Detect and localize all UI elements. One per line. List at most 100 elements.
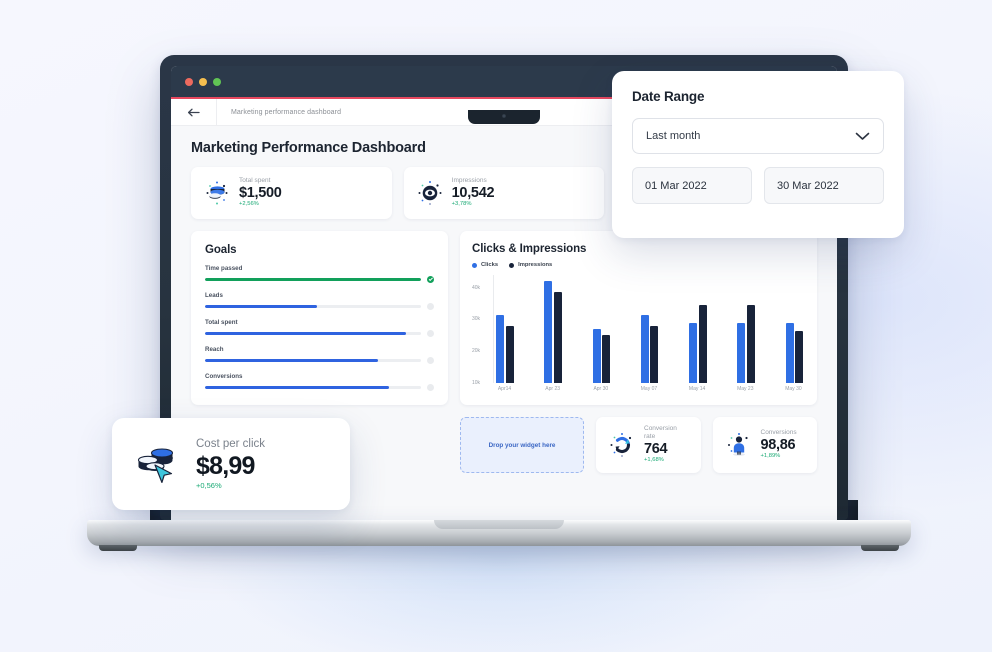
- goal-label: Time passed: [205, 265, 243, 272]
- bar-group: [737, 275, 755, 383]
- bar-group: [689, 275, 707, 383]
- goal-label: Leads: [205, 292, 223, 299]
- bar-clicks[interactable]: [737, 322, 746, 383]
- x-tick-label: May 14: [688, 386, 706, 392]
- date-range-fields: 01 Mar 2022 30 Mar 2022: [632, 167, 884, 204]
- date-range-panel: Date Range Last month 01 Mar 2022 30 Mar…: [612, 71, 904, 238]
- maximize-icon[interactable]: [213, 78, 221, 86]
- goal-progress-track: [205, 277, 421, 282]
- y-tick-label: 20k: [472, 348, 481, 355]
- bar-clicks[interactable]: [785, 322, 794, 383]
- start-date-value: 01 Mar 2022: [645, 179, 707, 192]
- goal-label: Reach: [205, 346, 224, 353]
- coins-icon: [202, 178, 232, 208]
- bar-impressions[interactable]: [795, 330, 803, 383]
- goal-item: Time passed: [205, 265, 434, 283]
- goal-progress-track: [205, 385, 421, 390]
- goals-list: Time passed Leads Total spent Reach Conversi…: [205, 265, 434, 391]
- y-tick-label: 30k: [472, 316, 481, 323]
- widget-dropzone[interactable]: Drop your widget here: [460, 417, 584, 473]
- start-date-field[interactable]: 01 Mar 2022: [632, 167, 752, 204]
- kpi-value: 764: [644, 440, 668, 457]
- legend-item[interactable]: Impressions: [509, 262, 552, 268]
- cost-per-click-value: $8,99: [196, 451, 255, 480]
- goal-progress-track: [205, 304, 421, 309]
- breadcrumb[interactable]: Marketing performance dashboard: [217, 109, 341, 116]
- chart-bars: [493, 275, 805, 383]
- cost-per-click-card[interactable]: Cost per click $8,99 +0,56%: [112, 418, 350, 510]
- bar-impressions[interactable]: [698, 305, 707, 383]
- bar-group: [496, 275, 514, 383]
- legend-label: Impressions: [518, 262, 553, 268]
- kpi-label: Conversion rate: [644, 425, 677, 440]
- cost-per-click-delta: +0,56%: [196, 480, 222, 490]
- bar-impressions[interactable]: [505, 325, 514, 383]
- goal-progress-fill: [205, 277, 421, 282]
- goal-progress-fill: [205, 385, 389, 390]
- middle-row: Goals Time passed Leads Total spent Reach Co…: [191, 231, 817, 405]
- webcam-icon: [502, 114, 506, 118]
- kpi-card-total-spent[interactable]: Total spent $1,500 +2,56%: [191, 167, 392, 219]
- laptop-foot-left: [99, 545, 137, 551]
- kpi-label: Conversions: [760, 429, 797, 436]
- goal-item: Total spent: [205, 319, 434, 337]
- x-tick-label: Apr 30: [593, 386, 609, 392]
- date-range-title: Date Range: [632, 89, 705, 104]
- bar-clicks[interactable]: [496, 314, 504, 383]
- x-tick-label: Apr14: [497, 386, 512, 392]
- kpi-label: Total spent: [239, 177, 271, 184]
- laptop-mockup: Marketing performance dashboard Marketin…: [0, 0, 992, 652]
- eye-icon: [415, 178, 445, 208]
- traffic-lights[interactable]: [185, 78, 221, 86]
- chart-title: Clicks & Impressions: [472, 243, 587, 255]
- legend-item[interactable]: Clicks: [472, 262, 498, 268]
- bar-group: [785, 275, 803, 383]
- end-date-field[interactable]: 30 Mar 2022: [764, 167, 884, 204]
- bar-clicks[interactable]: [592, 329, 601, 383]
- bar-impressions[interactable]: [553, 292, 562, 383]
- x-tick-label: May 07: [640, 386, 658, 392]
- refresh-cycle-icon: [607, 430, 637, 460]
- goals-panel: Goals Time passed Leads Total spent Reach Co…: [191, 231, 448, 405]
- back-button[interactable]: [171, 99, 217, 125]
- goal-status-marker: [427, 330, 434, 337]
- end-date-value: 30 Mar 2022: [777, 179, 839, 192]
- kpi-delta: +1,68%: [644, 457, 664, 464]
- x-tick-label: Apr 23: [545, 386, 561, 392]
- y-tick-label: 40k: [472, 284, 481, 291]
- date-range-preset-select[interactable]: Last month: [632, 118, 884, 154]
- chart-legend: Clicks Impressions: [472, 262, 805, 268]
- bar-clicks[interactable]: [544, 281, 553, 383]
- bar-clicks[interactable]: [689, 322, 697, 383]
- kpi-delta: +2,56%: [239, 201, 259, 208]
- arrow-left-icon: [187, 108, 200, 116]
- goal-status-marker: [427, 384, 434, 391]
- webcam-notch: [468, 110, 540, 124]
- kpi-delta: +1,89%: [760, 453, 781, 460]
- goal-status-marker: [427, 276, 434, 283]
- x-axis-labels: Apr14 Apr 23 Apr 30 May 07 May 14 May 23 May 3…: [493, 383, 805, 392]
- goal-item: Conversions: [205, 373, 434, 391]
- legend-swatch: [472, 262, 477, 268]
- bar-impressions[interactable]: [650, 325, 659, 383]
- goal-progress-fill: [205, 331, 406, 336]
- x-tick-label: May 23: [737, 386, 754, 392]
- goal-label: Conversions: [205, 373, 243, 380]
- kpi-card-impressions[interactable]: Impressions 10,542 +3,78%: [403, 167, 605, 219]
- kpi-card-conversions[interactable]: Conversions 98,86 +1,89%: [712, 417, 817, 473]
- bar-group: [544, 275, 562, 383]
- bar-impressions[interactable]: [746, 305, 755, 383]
- minimize-icon[interactable]: [199, 78, 207, 86]
- legend-swatch: [509, 262, 515, 268]
- chart-panel: Clicks & Impressions Clicks Impressions 1…: [460, 231, 817, 405]
- bar-clicks[interactable]: [640, 314, 649, 383]
- goal-label: Total spent: [205, 319, 238, 326]
- kpi-label: Impressions: [451, 177, 487, 184]
- kpi-card-conversion-rate[interactable]: Conversion rate 764 +1,68%: [596, 417, 701, 473]
- close-icon[interactable]: [185, 78, 193, 86]
- goal-status-marker: [427, 357, 434, 364]
- coins-cursor-icon: [128, 436, 184, 492]
- dropzone-label: Drop your widget here: [488, 441, 556, 449]
- bar-impressions[interactable]: [602, 335, 610, 383]
- person-icon: [724, 430, 754, 460]
